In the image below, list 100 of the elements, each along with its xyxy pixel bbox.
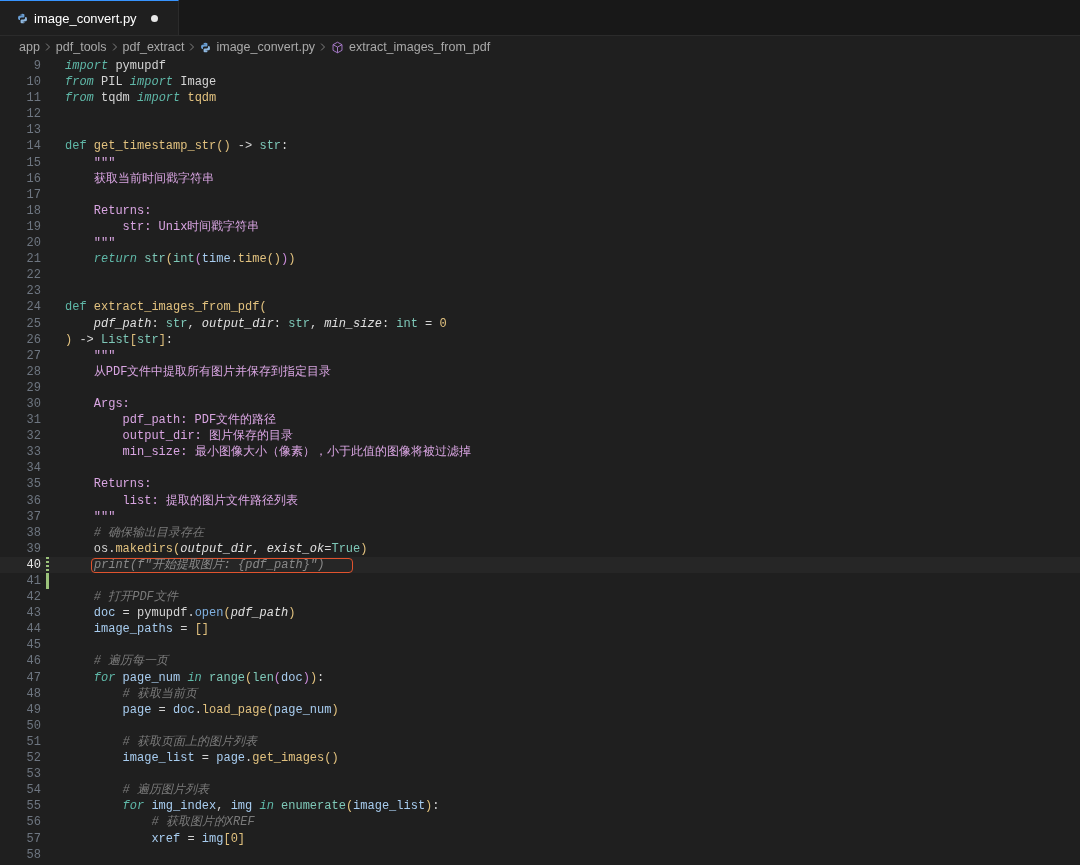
line-number: 36 bbox=[25, 492, 41, 509]
breadcrumb-item[interactable]: extract_images_from_pdf bbox=[349, 40, 491, 54]
operator: , bbox=[187, 316, 196, 331]
line-number: 29 bbox=[25, 379, 41, 396]
line-number: 22 bbox=[25, 267, 41, 284]
operator: : bbox=[165, 332, 174, 347]
line-number: 13 bbox=[25, 122, 41, 139]
bracket: () bbox=[216, 139, 231, 154]
code-comment: # 打开PDF文件 bbox=[92, 590, 178, 605]
code-comment: # 获取图片的XREF bbox=[150, 815, 255, 830]
operator: , bbox=[252, 541, 261, 556]
line-number: 15 bbox=[25, 154, 41, 171]
operator: . bbox=[187, 606, 195, 621]
bracket: ) bbox=[65, 332, 73, 347]
operator: -> bbox=[236, 139, 254, 154]
operator: : bbox=[151, 316, 160, 331]
line-number: 54 bbox=[25, 782, 41, 799]
builtin-name: range bbox=[209, 670, 246, 685]
variable-name: img bbox=[201, 831, 224, 846]
line-number: 37 bbox=[25, 508, 41, 525]
variable-name: xref bbox=[150, 831, 181, 846]
bracket: ) bbox=[309, 670, 318, 685]
breadcrumb-item[interactable]: pdf_extract bbox=[122, 40, 185, 54]
operator: : bbox=[317, 670, 325, 685]
builtin-name: int bbox=[173, 252, 195, 267]
python-file-icon bbox=[200, 41, 212, 53]
docstring-text: Returns: bbox=[92, 203, 152, 218]
line-number: 38 bbox=[25, 524, 41, 541]
line-number: 49 bbox=[25, 701, 41, 718]
docstring-text: Args: bbox=[92, 396, 130, 411]
operator: = bbox=[186, 831, 196, 846]
line-number: 12 bbox=[25, 106, 41, 123]
method-name: open bbox=[194, 606, 224, 621]
number-literal: 0 bbox=[439, 316, 447, 331]
line-number: 18 bbox=[25, 202, 41, 219]
code-comment: # 确保输出目录存在 bbox=[92, 525, 205, 540]
parameter-name: output_dir bbox=[201, 316, 274, 331]
bracket: [ bbox=[223, 831, 231, 846]
line-number: 33 bbox=[25, 444, 41, 461]
line-number: 19 bbox=[25, 218, 41, 236]
bracket: ) bbox=[331, 702, 339, 717]
variable-name: img_index bbox=[151, 799, 217, 814]
variable-name: page bbox=[121, 702, 152, 717]
line-number: 28 bbox=[25, 363, 41, 380]
code-text: print(f"开始提取图片: {pdf_path}") bbox=[94, 557, 325, 572]
operator: , bbox=[309, 316, 319, 331]
bracket: ) bbox=[425, 799, 433, 814]
bracket: [ bbox=[129, 332, 138, 347]
line-number: 31 bbox=[25, 412, 41, 429]
keyword: for bbox=[121, 799, 146, 814]
bracket: ( bbox=[194, 252, 202, 267]
tab-label: image_convert.py bbox=[34, 10, 137, 26]
breadcrumb-item[interactable]: image_convert.py bbox=[216, 40, 316, 54]
operator: , bbox=[216, 799, 225, 814]
function-name: load_page bbox=[201, 702, 267, 717]
bracket: ) bbox=[302, 670, 310, 685]
line-number: 35 bbox=[25, 476, 41, 493]
parameter-name: output_dir bbox=[180, 541, 253, 556]
editor-tab[interactable]: image_convert.py bbox=[0, 0, 179, 35]
builtin-name: str bbox=[137, 332, 159, 347]
bracket: ( bbox=[273, 670, 282, 685]
variable-name: doc bbox=[173, 702, 195, 717]
line-number: 52 bbox=[25, 750, 41, 767]
line-number: 24 bbox=[25, 299, 41, 316]
keyword: import bbox=[65, 59, 109, 73]
docstring-text: """ bbox=[92, 155, 116, 170]
variable-name: page_num bbox=[273, 702, 332, 717]
builtin-name: int bbox=[396, 316, 418, 331]
parameter-name: pdf_path bbox=[92, 316, 152, 331]
line-number: 25 bbox=[25, 315, 41, 332]
builtin-name: List bbox=[101, 332, 130, 347]
line-number: 39 bbox=[25, 540, 41, 557]
parameter-name: min_size bbox=[324, 316, 382, 331]
builtin-name: True bbox=[331, 541, 361, 556]
variable-name: image_list bbox=[353, 799, 426, 814]
line-number: 23 bbox=[25, 283, 41, 300]
operator: . bbox=[108, 541, 116, 556]
code-comment: # 遍历图片列表 bbox=[121, 783, 209, 798]
builtin-name: len bbox=[252, 670, 274, 685]
function-name: makedirs bbox=[115, 541, 174, 556]
code-comment: # 遍历每一页 bbox=[92, 654, 169, 669]
variable-name: page bbox=[216, 751, 246, 766]
breadcrumb-item[interactable]: app bbox=[19, 40, 40, 54]
code-text: pymupdf bbox=[137, 606, 188, 621]
breadcrumb-item[interactable]: pdf_tools bbox=[55, 40, 107, 54]
line-number: 55 bbox=[25, 798, 41, 815]
builtin-name: str bbox=[259, 139, 282, 154]
builtin-name: enumerate bbox=[281, 799, 346, 814]
operator: = bbox=[200, 751, 211, 766]
bracket: ( bbox=[223, 606, 231, 621]
operator: = bbox=[324, 541, 332, 556]
function-name: get_timestamp_str bbox=[93, 139, 217, 154]
line-number: 27 bbox=[25, 347, 41, 364]
line-number: 11 bbox=[25, 90, 41, 107]
docstring-text: """ bbox=[92, 236, 116, 251]
operator: : bbox=[273, 316, 283, 331]
line-number: 56 bbox=[25, 814, 41, 831]
function-name: tqdm bbox=[186, 91, 217, 106]
chevron-icon bbox=[111, 42, 118, 52]
keyword: def bbox=[65, 300, 88, 315]
